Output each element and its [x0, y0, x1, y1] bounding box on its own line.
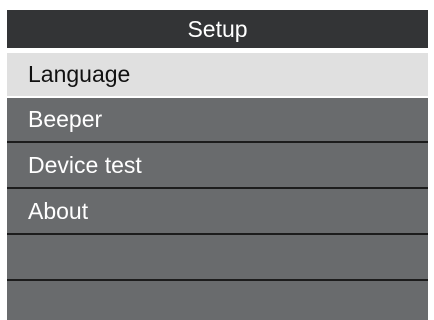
device-screen: Setup Language Beeper Device test About: [7, 10, 428, 320]
menu-item-label: About: [28, 197, 89, 224]
menu-item-empty: [7, 281, 428, 320]
menu-item-beeper[interactable]: Beeper: [7, 98, 428, 143]
menu-item-device-test[interactable]: Device test: [7, 143, 428, 189]
page-title: Setup: [187, 15, 248, 42]
menu-item-empty: [7, 235, 428, 281]
menu-item-language[interactable]: Language: [7, 53, 428, 98]
title-bar: Setup: [7, 10, 428, 53]
menu-item-about[interactable]: About: [7, 189, 428, 235]
menu-item-label: Beeper: [28, 106, 103, 132]
menu-item-label: Language: [28, 61, 131, 87]
menu-item-label: Device test: [28, 151, 142, 178]
